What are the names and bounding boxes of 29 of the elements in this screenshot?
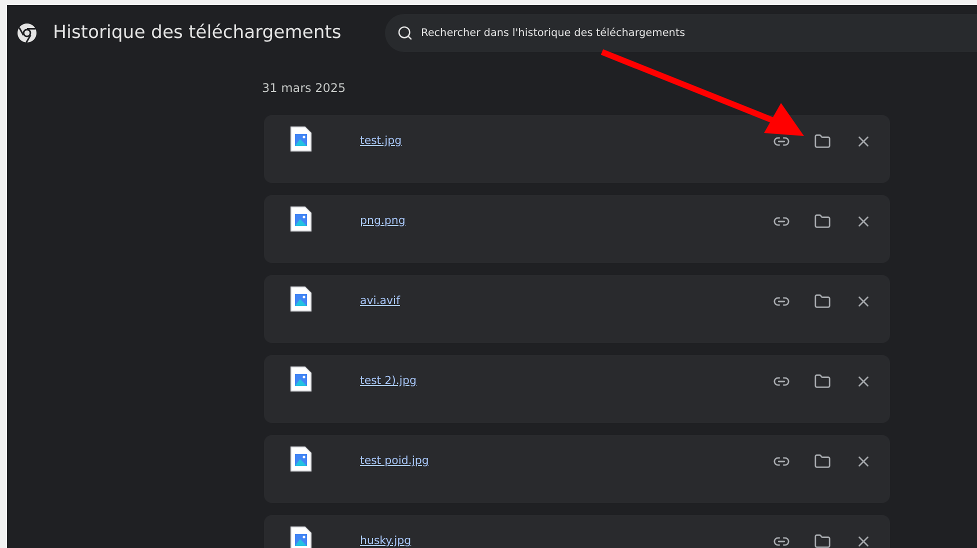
image-file-icon [290, 126, 312, 152]
image-file-icon [290, 526, 312, 548]
folder-icon [814, 532, 830, 548]
browser-logo-icon [17, 22, 37, 42]
image-file-icon [290, 366, 312, 392]
show-in-folder-button[interactable] [813, 212, 831, 230]
search-field[interactable]: Rechercher dans l'historique des téléchargements [385, 14, 977, 52]
folder-icon [814, 372, 830, 390]
show-in-folder-button[interactable] [813, 292, 831, 310]
show-in-folder-button[interactable] [813, 132, 831, 150]
search-icon [397, 24, 413, 40]
date-heading: 31 mars 2025 [262, 81, 347, 95]
file-link[interactable]: test poid.jpg [360, 454, 749, 468]
show-in-folder-button[interactable] [813, 372, 831, 390]
file-link[interactable]: test.jpg [360, 134, 749, 148]
image-file-icon [290, 286, 312, 312]
folder-icon [814, 292, 830, 310]
show-in-folder-button[interactable] [813, 532, 831, 548]
file-link[interactable]: avi.avif [360, 294, 749, 308]
folder-icon [814, 132, 830, 150]
show-in-folder-button[interactable] [813, 452, 831, 470]
page-title: Historique des téléchargements [53, 22, 342, 43]
file-link[interactable]: png.png [360, 214, 749, 228]
folder-icon [814, 452, 830, 470]
folder-icon [814, 212, 830, 230]
image-file-icon [290, 206, 312, 232]
image-file-icon [290, 446, 312, 472]
file-link[interactable]: husky.jpg [360, 534, 749, 548]
file-link[interactable]: test 2).jpg [360, 374, 749, 388]
